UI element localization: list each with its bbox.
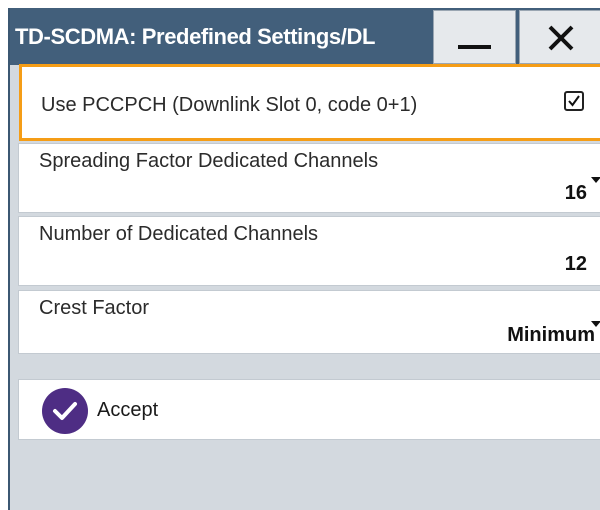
use-pccpch-checkbox[interactable] bbox=[564, 91, 584, 111]
dialog-title: TD-SCDMA: Predefined Settings/DL bbox=[15, 24, 375, 49]
accept-button[interactable]: Accept bbox=[18, 379, 600, 440]
minimize-icon bbox=[458, 45, 491, 49]
dedicated-channels-label: Number of Dedicated Channels bbox=[39, 223, 319, 245]
crest-factor-label: Crest Factor bbox=[39, 297, 150, 319]
minimize-button[interactable] bbox=[433, 10, 516, 64]
close-button[interactable] bbox=[519, 10, 600, 64]
crest-factor-dropdown[interactable]: Crest Factor Minimum bbox=[18, 290, 600, 354]
crest-factor-value: Minimum bbox=[507, 324, 595, 346]
use-pccpch-label: Use PCCPCH (Downlink Slot 0, code 0+1) bbox=[41, 94, 418, 116]
close-icon bbox=[548, 25, 574, 51]
accept-label: Accept bbox=[97, 399, 159, 421]
dedicated-channels-field[interactable]: Number of Dedicated Channels 12 bbox=[18, 216, 600, 286]
checkmark-circle-icon bbox=[42, 388, 88, 434]
title-bar: TD-SCDMA: Predefined Settings/DL bbox=[10, 8, 600, 65]
spreading-factor-label: Spreading Factor Dedicated Channels bbox=[39, 150, 379, 172]
dropdown-arrow-icon bbox=[591, 321, 600, 327]
spreading-factor-value: 16 bbox=[564, 182, 587, 204]
dedicated-channels-value: 12 bbox=[564, 253, 587, 275]
spreading-factor-dropdown[interactable]: Spreading Factor Dedicated Channels 16 bbox=[18, 143, 600, 213]
checkmark-icon bbox=[568, 95, 580, 107]
use-pccpch-row[interactable]: Use PCCPCH (Downlink Slot 0, code 0+1) bbox=[19, 64, 600, 141]
predefined-settings-dialog: TD-SCDMA: Predefined Settings/DL Use PCC… bbox=[8, 8, 600, 510]
dropdown-arrow-icon bbox=[591, 177, 600, 183]
